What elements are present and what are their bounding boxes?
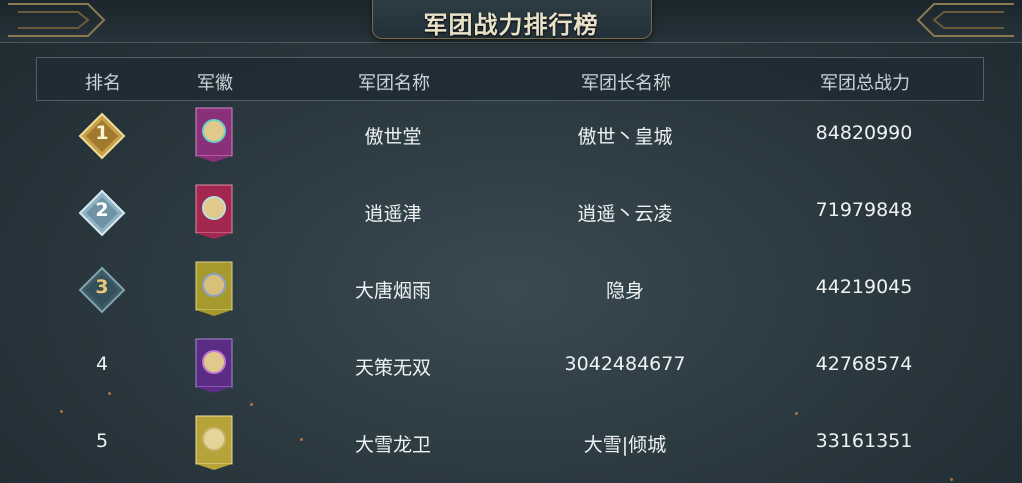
legion-name: 天策无双: [354, 357, 432, 379]
rank-number: 5: [95, 430, 109, 452]
table-row[interactable]: 1 傲世堂 傲世丶皇城 84820990: [36, 96, 982, 173]
legion-name: 逍遥津: [364, 203, 422, 225]
header-power: 军团总战力: [820, 73, 910, 94]
legion-power: 44219045: [815, 276, 913, 298]
header-rank: 排名: [85, 73, 121, 94]
rank-number: 1: [95, 122, 109, 144]
legion-emblem-icon: [195, 338, 233, 393]
legion-name: 大雪龙卫: [354, 434, 432, 456]
rank-number: 2: [95, 199, 109, 221]
legion-power: 71979848: [815, 199, 913, 221]
leader-name: 隐身: [605, 280, 645, 302]
legion-emblem-icon: [195, 184, 233, 239]
leader-name: 逍遥丶云凌: [577, 203, 673, 225]
table-row[interactable]: 2 逍遥津 逍遥丶云凌 71979848: [36, 173, 982, 250]
left-ornament-icon: [8, 3, 106, 37]
rank-number: 4: [95, 353, 109, 375]
legion-name: 傲世堂: [364, 126, 422, 148]
page-title: 军团战力排行榜: [423, 11, 599, 39]
table-row[interactable]: 5 大雪龙卫 大雪|倾城 33161351: [36, 404, 982, 481]
top-banner: 军团战力排行榜: [0, 0, 1022, 43]
legion-power: 42768574: [815, 353, 913, 375]
rank-number: 3: [95, 276, 109, 298]
legion-power: 33161351: [815, 430, 913, 452]
legion-name: 大唐烟雨: [354, 280, 432, 302]
leader-name: 大雪|倾城: [583, 434, 667, 456]
legion-emblem-icon: [195, 415, 233, 470]
legion-emblem-icon: [195, 107, 233, 162]
table-row[interactable]: 3 大唐烟雨 隐身 44219045: [36, 250, 982, 327]
ember-particle: [300, 438, 303, 441]
table-row[interactable]: 4 天策无双 3042484677 42768574: [36, 327, 982, 404]
header-leader-name: 军团长名称: [581, 73, 671, 94]
ember-particle: [950, 478, 953, 481]
ember-particle: [795, 412, 798, 415]
ember-particle: [60, 410, 63, 413]
ember-particle: [250, 403, 253, 406]
header-emblem: 军徽: [197, 73, 233, 94]
leader-name: 傲世丶皇城: [577, 126, 673, 148]
right-ornament-icon: [916, 3, 1014, 37]
table-header: 排名 军徽 军团名称 军团长名称 军团总战力: [36, 57, 984, 101]
legion-emblem-icon: [195, 261, 233, 316]
legion-power: 84820990: [815, 122, 913, 144]
leader-name: 3042484677: [564, 353, 686, 375]
ember-particle: [108, 392, 111, 395]
header-legion-name: 军团名称: [358, 73, 430, 94]
